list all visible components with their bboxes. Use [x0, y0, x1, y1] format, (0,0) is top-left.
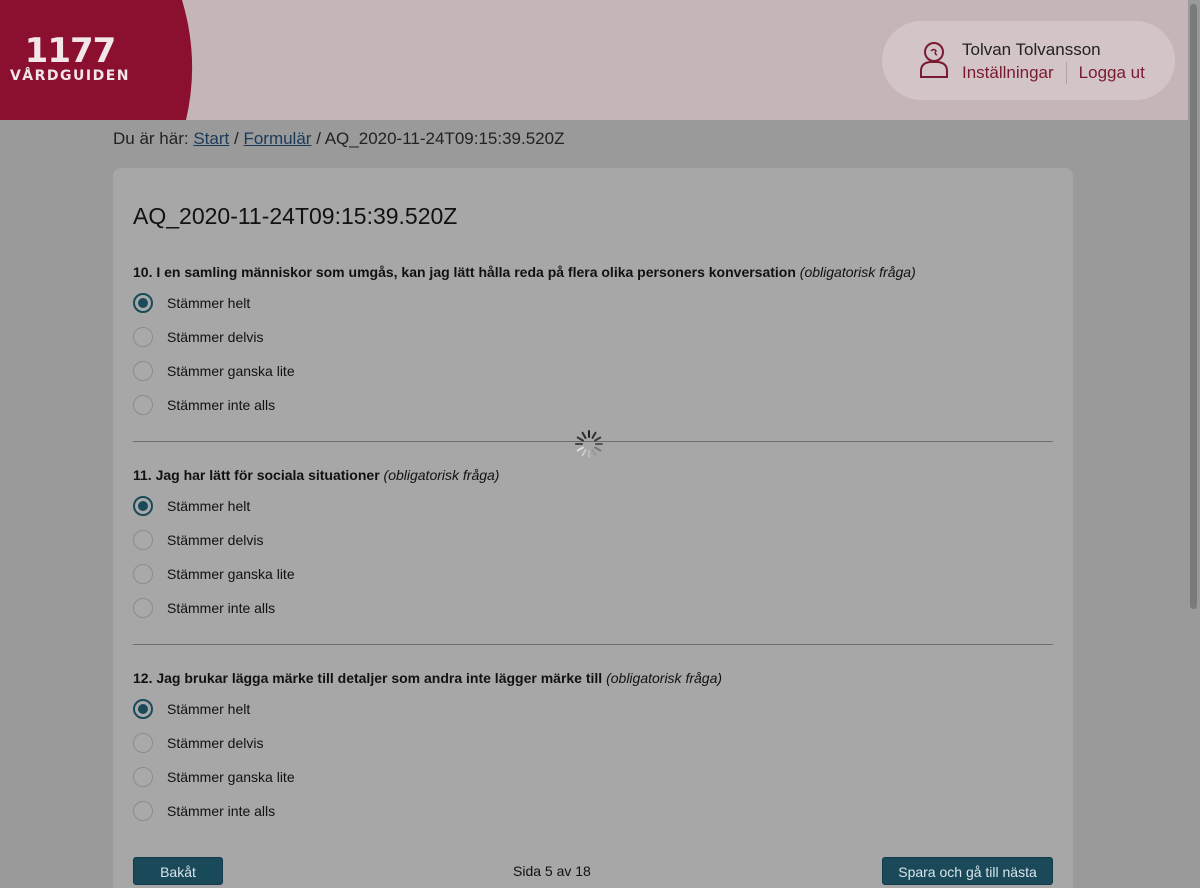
settings-link[interactable]: Inställningar — [962, 63, 1054, 83]
radio-option[interactable]: Stämmer delvis — [133, 320, 1053, 354]
question-text: 12. Jag brukar lägga märke till detaljer… — [133, 670, 603, 686]
page-scrollbar[interactable] — [1188, 0, 1200, 888]
question-label: 11. Jag har lätt för sociala situationer… — [133, 465, 1053, 485]
save-and-next-button[interactable]: Spara och gå till nästa — [882, 857, 1053, 885]
option-label: Stämmer inte alls — [167, 803, 276, 819]
user-panel: Tolvan Tolvansson Inställningar Logga ut — [882, 21, 1175, 100]
form-navigation: Bakåt Sida 5 av 18 Spara och gå till näs… — [133, 857, 1053, 885]
option-label: Stämmer helt — [167, 701, 251, 717]
back-button[interactable]: Bakåt — [133, 857, 223, 885]
question-10: 10. I en samling människor som umgås, ka… — [133, 262, 1053, 422]
question-11: 11. Jag har lätt för sociala situationer… — [133, 465, 1053, 625]
user-name: Tolvan Tolvansson — [962, 40, 1101, 59]
radio-button[interactable] — [133, 395, 153, 415]
site-header: 1177 VÅRDGUIDEN Tolvan Tolvansson Instäl… — [0, 0, 1188, 120]
question-text: 10. I en samling människor som umgås, ka… — [133, 264, 796, 280]
breadcrumb: Du är här: Start / Formulär / AQ_2020-11… — [113, 129, 564, 149]
logo-name: VÅRDGUIDEN — [9, 68, 131, 84]
logo-number: 1177 — [24, 31, 117, 71]
required-note: (obligatorisk fråga) — [606, 670, 723, 686]
option-label: Stämmer delvis — [167, 329, 264, 345]
radio-option[interactable]: Stämmer inte alls — [133, 388, 1053, 422]
radio-option[interactable]: Stämmer inte alls — [133, 591, 1053, 625]
radio-option[interactable]: Stämmer ganska lite — [133, 760, 1053, 794]
radio-button[interactable] — [133, 496, 153, 516]
option-label: Stämmer helt — [167, 295, 251, 311]
option-label: Stämmer helt — [167, 498, 251, 514]
option-label: Stämmer inte alls — [167, 397, 276, 413]
option-label: Stämmer delvis — [167, 735, 264, 751]
breadcrumb-link-form[interactable]: Formulär — [243, 129, 311, 148]
logout-link[interactable]: Logga ut — [1079, 63, 1145, 83]
option-label: Stämmer inte alls — [167, 600, 276, 616]
radio-option[interactable]: Stämmer inte alls — [133, 794, 1053, 828]
question-12: 12. Jag brukar lägga märke till detaljer… — [133, 668, 1053, 828]
user-links: Inställningar Logga ut — [962, 62, 1145, 84]
radio-button[interactable] — [133, 327, 153, 347]
required-note: (obligatorisk fråga) — [383, 467, 500, 483]
question-divider — [133, 644, 1053, 645]
breadcrumb-link-start[interactable]: Start — [193, 129, 229, 148]
radio-option[interactable]: Stämmer helt — [133, 489, 1053, 523]
page-indicator: Sida 5 av 18 — [513, 863, 591, 879]
question-text: 11. Jag har lätt för sociala situationer — [133, 467, 380, 483]
radio-button[interactable] — [133, 801, 153, 821]
form-card: AQ_2020-11-24T09:15:39.520Z 10. I en sam… — [113, 168, 1073, 888]
user-icon — [920, 42, 948, 78]
radio-button[interactable] — [133, 361, 153, 381]
breadcrumb-prefix: Du är här: — [113, 129, 189, 148]
required-note: (obligatorisk fråga) — [799, 264, 916, 280]
option-label: Stämmer ganska lite — [167, 769, 295, 785]
question-label: 10. I en samling människor som umgås, ka… — [133, 262, 1053, 282]
radio-option[interactable]: Stämmer helt — [133, 692, 1053, 726]
option-label: Stämmer delvis — [167, 532, 264, 548]
loading-spinner-icon — [575, 430, 603, 458]
radio-button[interactable] — [133, 530, 153, 550]
radio-option[interactable]: Stämmer ganska lite — [133, 557, 1053, 591]
question-label: 12. Jag brukar lägga märke till detaljer… — [133, 668, 1053, 688]
radio-button[interactable] — [133, 564, 153, 584]
radio-option[interactable]: Stämmer helt — [133, 286, 1053, 320]
scrollbar-thumb[interactable] — [1190, 4, 1197, 609]
radio-button[interactable] — [133, 598, 153, 618]
page-title: AQ_2020-11-24T09:15:39.520Z — [133, 203, 458, 229]
radio-button[interactable] — [133, 767, 153, 787]
logo[interactable]: 1177 VÅRDGUIDEN — [0, 34, 140, 84]
breadcrumb-separator: / — [316, 129, 321, 148]
link-divider — [1065, 62, 1067, 84]
option-label: Stämmer ganska lite — [167, 566, 295, 582]
breadcrumb-separator: / — [233, 129, 239, 148]
breadcrumb-current: AQ_2020-11-24T09:15:39.520Z — [324, 129, 565, 148]
radio-option[interactable]: Stämmer delvis — [133, 523, 1053, 557]
radio-button[interactable] — [133, 699, 153, 719]
radio-option[interactable]: Stämmer delvis — [133, 726, 1053, 760]
radio-button[interactable] — [133, 293, 153, 313]
radio-option[interactable]: Stämmer ganska lite — [133, 354, 1053, 388]
radio-button[interactable] — [133, 733, 153, 753]
option-label: Stämmer ganska lite — [167, 363, 295, 379]
